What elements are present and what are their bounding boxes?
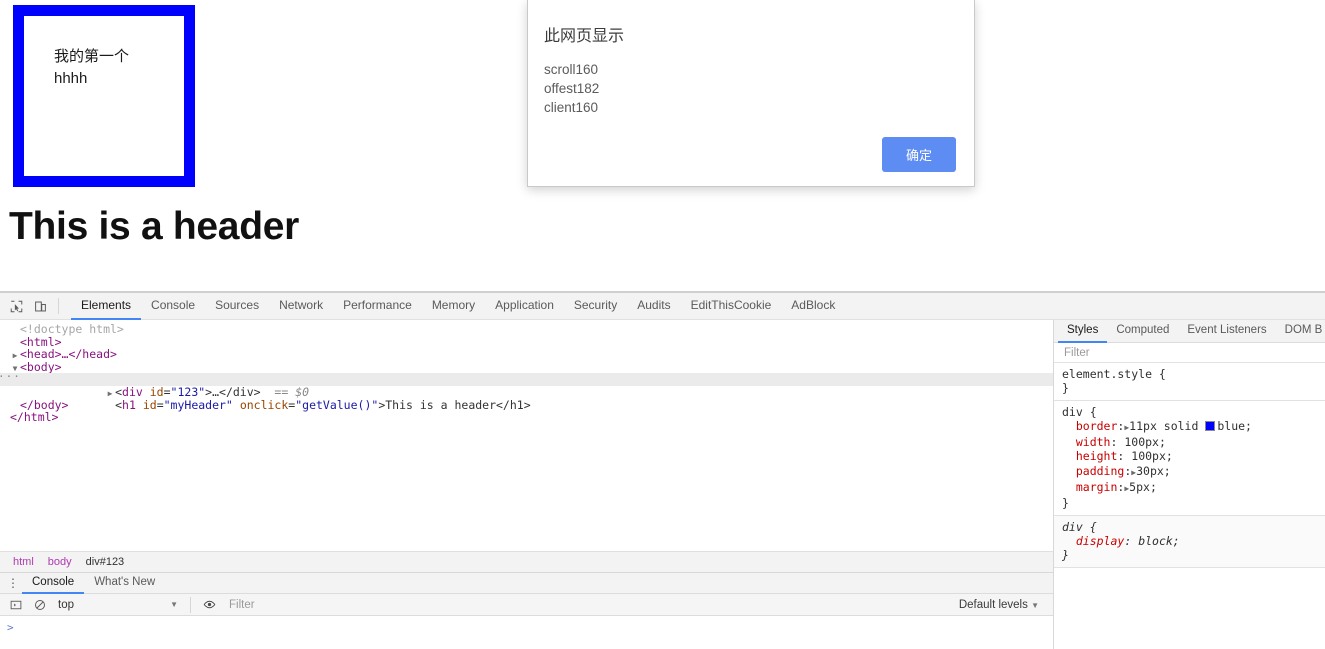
tab-audits[interactable]: Audits: [627, 292, 680, 320]
more-options-icon[interactable]: ⋮: [4, 577, 22, 589]
decl-value-height[interactable]: 100px;: [1131, 449, 1173, 463]
rule-close-div-ua: }: [1062, 548, 1069, 563]
rule-selector-div-ua: div {: [1062, 519, 1097, 534]
drawer-tab-console[interactable]: Console: [22, 572, 85, 594]
toolbar-divider: [58, 298, 59, 314]
styles-filter-input[interactable]: [1062, 345, 1325, 360]
decl-prop-padding[interactable]: padding: [1076, 464, 1124, 478]
console-levels-select[interactable]: Default levels ▼: [959, 599, 1049, 611]
dom-row-body-open[interactable]: ▼ <body>: [0, 359, 1053, 374]
dom-tree[interactable]: <!doctype html> <html> ▶ <head>…</head> ▼…: [0, 320, 1053, 551]
console-sidebar-icon[interactable]: [4, 593, 28, 617]
decl-value-display[interactable]: block;: [1138, 534, 1180, 548]
decl-value-border-head[interactable]: 11px solid: [1129, 419, 1205, 433]
drawer-tab-whats-new[interactable]: What's New: [84, 572, 165, 594]
rule-close-element-style: }: [1062, 381, 1069, 396]
browser-window: 我的第一个 hhhh This is a header 此网页显示 scroll…: [0, 0, 1325, 649]
tab-network[interactable]: Network: [269, 292, 333, 320]
console-output[interactable]: >: [0, 616, 1053, 649]
drawer-tab-bar: ⋮ Console What's New: [0, 573, 1053, 594]
console-drawer: ⋮ Console What's New top ▼ Filter Defaul…: [0, 573, 1053, 649]
devtools-tab-bar: Elements Console Sources Network Perform…: [71, 293, 845, 320]
decl-prop-border[interactable]: border: [1076, 419, 1118, 433]
demo-div-line1: 我的第一个: [54, 48, 130, 65]
style-rule-element-style[interactable]: element.style { }: [1054, 363, 1325, 401]
devtools-panel: Elements Console Sources Network Perform…: [0, 292, 1325, 649]
chevron-down-icon-levels: ▼: [1031, 600, 1039, 610]
dom-row-head[interactable]: ▶ <head>…</head>: [0, 348, 1053, 361]
styles-tab-dom-breakpoints[interactable]: DOM B: [1276, 320, 1325, 343]
elements-pane: <!doctype html> <html> ▶ <head>…</head> ▼…: [0, 320, 1054, 649]
styles-tab-event-listeners[interactable]: Event Listeners: [1178, 320, 1275, 343]
decl-prop-display[interactable]: display: [1076, 534, 1124, 548]
dom-row-h1[interactable]: <h1 id="myHeader" onclick="getValue()">T…: [0, 386, 1053, 411]
dom-row-body-close[interactable]: </body>: [0, 398, 1053, 412]
styles-tab-bar: Styles Computed Event Listeners DOM B: [1054, 320, 1325, 343]
decl-value-border-tail[interactable]: blue;: [1217, 419, 1252, 433]
alert-line-offset: offest182: [544, 81, 600, 96]
dom-row-doctype[interactable]: <!doctype html>: [0, 323, 1053, 336]
console-levels-label: Default levels: [958, 598, 1028, 611]
console-toolbar-divider: [190, 596, 191, 613]
style-rule-div-author[interactable]: div { border:▶11px solid blue; width: 10…: [1054, 401, 1325, 516]
clear-console-icon[interactable]: [28, 593, 52, 617]
tab-adblock[interactable]: AdBlock: [781, 292, 845, 320]
console-filter-input[interactable]: [221, 597, 959, 612]
tab-console[interactable]: Console: [141, 292, 205, 320]
alert-line-client: client160: [544, 100, 599, 115]
tab-performance[interactable]: Performance: [333, 292, 422, 320]
console-toolbar: top ▼ Default levels: [0, 594, 1053, 616]
console-context-select[interactable]: top ▼: [52, 599, 184, 611]
device-toolbar-icon[interactable]: [28, 294, 52, 318]
decl-value-padding[interactable]: 30px;: [1136, 464, 1171, 478]
breadcrumb-item-div123[interactable]: div#123: [79, 556, 132, 568]
devtools-main: <!doctype html> <html> ▶ <head>…</head> ▼…: [0, 320, 1325, 649]
devtools-toolbar: Elements Console Sources Network Perform…: [0, 293, 1325, 320]
decl-prop-height[interactable]: height: [1076, 449, 1118, 463]
tab-elements[interactable]: Elements: [71, 292, 142, 320]
dom-row-html-close[interactable]: </html>: [0, 411, 1053, 424]
page-header-myHeader[interactable]: This is a header: [9, 205, 299, 249]
console-context-value: top: [58, 598, 74, 611]
tab-editthiscookie[interactable]: EditThisCookie: [681, 292, 782, 320]
dom-html-close-text: </html>: [10, 410, 59, 425]
alert-title: 此网页显示: [544, 28, 625, 45]
style-rule-div-useragent[interactable]: div { display: block; }: [1054, 515, 1325, 568]
rule-close-div-author: }: [1062, 496, 1069, 511]
tab-application[interactable]: Application: [485, 292, 564, 320]
alert-message: scroll160 offest182 client160: [544, 60, 956, 117]
javascript-alert-dialog: 此网页显示 scroll160 offest182 client160 确定: [527, 0, 975, 187]
decl-prop-margin[interactable]: margin: [1076, 480, 1118, 494]
dom-row-div-123[interactable]: ··· ▶ <div id="123">…</div> == $0: [0, 371, 1053, 398]
dom-body-open-text: <body>: [20, 359, 62, 374]
page-viewport: 我的第一个 hhhh This is a header 此网页显示 scroll…: [0, 0, 1325, 292]
inspect-element-icon[interactable]: [4, 294, 28, 318]
breadcrumb-item-html[interactable]: html: [6, 556, 41, 568]
styles-tab-styles[interactable]: Styles: [1058, 320, 1108, 343]
badge-ellipsis-icon[interactable]: ···: [0, 371, 21, 384]
dom-row-html-open[interactable]: <html>: [0, 335, 1053, 349]
eye-icon[interactable]: [197, 593, 221, 617]
demo-div-line2: hhhh: [54, 69, 88, 87]
console-prompt-icon: >: [7, 621, 14, 634]
decl-value-margin[interactable]: 5px;: [1129, 480, 1157, 494]
tab-security[interactable]: Security: [564, 292, 627, 320]
color-swatch-blue[interactable]: [1205, 420, 1216, 431]
decl-value-width[interactable]: 100px;: [1124, 435, 1166, 449]
tab-sources[interactable]: Sources: [205, 292, 269, 320]
breadcrumb: html body div#123: [0, 551, 1053, 573]
alert-line-scroll: scroll160: [544, 62, 599, 77]
alert-actions: 确定: [544, 137, 956, 172]
rule-selector-element-style: element.style {: [1062, 367, 1166, 381]
decl-prop-width[interactable]: width: [1076, 435, 1111, 449]
styles-filter-row: [1054, 343, 1325, 363]
demo-div-123[interactable]: 我的第一个 hhhh: [13, 5, 195, 187]
styles-tab-computed[interactable]: Computed: [1107, 320, 1178, 343]
styles-sidebar: Styles Computed Event Listeners DOM B el…: [1054, 320, 1325, 649]
alert-ok-button[interactable]: 确定: [881, 137, 956, 172]
tab-memory[interactable]: Memory: [422, 292, 485, 320]
breadcrumb-item-body[interactable]: body: [41, 556, 79, 568]
chevron-down-icon: ▼: [170, 600, 178, 609]
rule-selector-div-author: div {: [1062, 404, 1097, 419]
